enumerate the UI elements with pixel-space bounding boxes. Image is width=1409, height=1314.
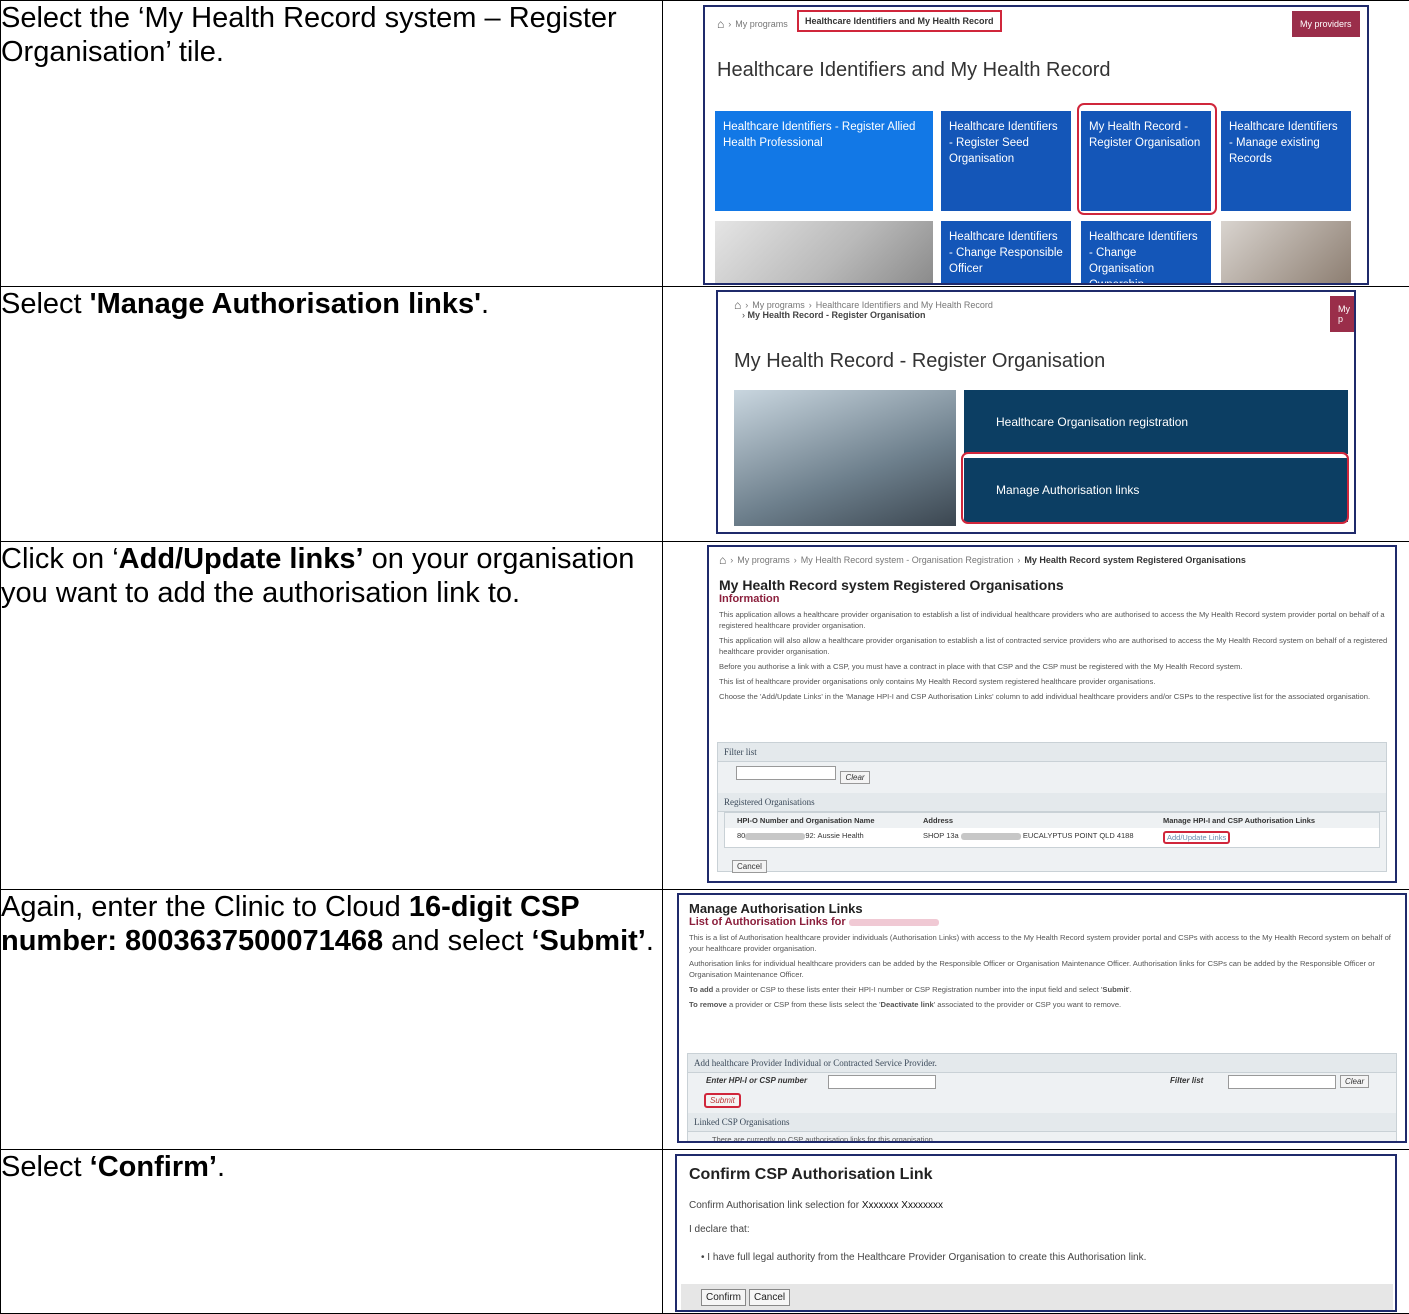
filter-heading: Filter list <box>718 743 1386 762</box>
tile-change-ownership[interactable]: Healthcare Identifiers - Change Organisa… <box>1081 221 1211 283</box>
declaration-bullet: • I have full legal authority from the H… <box>701 1252 1147 1263</box>
page-title: Manage Authorisation Links <box>689 901 863 916</box>
page-title: My Health Record - Register Organisation <box>734 350 1106 372</box>
confirm-button[interactable]: Confirm <box>701 1289 747 1306</box>
form-panel: Add healthcare Provider Individual or Co… <box>687 1053 1397 1143</box>
page-title: My Health Record system Registered Organ… <box>719 577 1064 593</box>
highlight-box <box>1077 103 1217 215</box>
info-paragraph: Before you authorise a link with a CSP, … <box>719 662 1243 671</box>
photo-nurse <box>715 221 933 283</box>
step-row-4: Again, enter the Clinic to Cloud 16-digi… <box>0 889 1409 1150</box>
filter-input[interactable] <box>1228 1075 1336 1089</box>
add-note: To add a provider or CSP to these lists … <box>689 985 1132 994</box>
info-paragraph: Authorisation links for individual healt… <box>689 959 1375 979</box>
home-icon[interactable]: ⌂ <box>717 17 724 31</box>
tile-register-seed[interactable]: Healthcare Identifiers - Register Seed O… <box>941 111 1071 211</box>
cancel-button[interactable]: Cancel <box>749 1289 791 1306</box>
breadcrumb-my-programs[interactable]: My programs <box>735 19 788 29</box>
add-update-links[interactable]: Add/Update Links <box>1163 831 1231 844</box>
tile-manage-existing[interactable]: Healthcare Identifiers - Manage existing… <box>1221 111 1351 211</box>
filter-input[interactable] <box>736 766 836 780</box>
info-paragraph: Choose the 'Add/Update Links' in the 'Ma… <box>719 692 1371 701</box>
organisations-table: HPI-O Number and Organisation Name Addre… <box>724 812 1380 848</box>
step-row-3: Click on ‘Add/Update links’ on your orga… <box>0 541 1409 890</box>
table-row: 80 92: Aussie Health SHOP 13a EUCALYPTUS … <box>725 828 1379 847</box>
photo-hospital <box>734 390 956 526</box>
step-row-2: Select 'Manage Authorisation links'. ⌂ › … <box>0 286 1409 542</box>
screenshot-frame: ⌂ › My programs Healthcare Identifiers a… <box>703 5 1369 285</box>
info-paragraph: This application will also allow a healt… <box>719 636 1388 656</box>
cancel-button[interactable]: Cancel <box>732 860 767 873</box>
enter-number-label: Enter HPI-I or CSP number <box>706 1076 808 1085</box>
form-panel: Filter list Clear Registered Organisatio… <box>717 742 1387 873</box>
breadcrumb: ⌂ › My programs › My Health Record system … <box>719 553 1246 567</box>
step-5-instruction: Select ‘Confirm’. <box>0 1149 663 1314</box>
selection-text: Confirm Authorisation link selection for… <box>689 1200 943 1211</box>
step-1-screenshot: ⌂ › My programs Healthcare Identifiers a… <box>662 0 1409 287</box>
content: Manage Authorisation Links List of Autho… <box>689 901 1399 1010</box>
page-title: Healthcare Identifiers and My Health Rec… <box>717 59 1111 81</box>
info-paragraph: This is a list of Authorisation healthca… <box>689 933 1391 953</box>
instruction-table: Select the ‘My Health Record system – Re… <box>0 0 1409 1314</box>
step-1-text: Select the ‘My Health Record system – Re… <box>1 2 617 68</box>
breadcrumb-current: Healthcare Identifiers and My Health Rec… <box>797 10 1002 32</box>
table-header: HPI-O Number and Organisation Name Addre… <box>725 813 1379 828</box>
breadcrumb: ⌂ › My programs <box>717 17 788 31</box>
screenshot-frame: ⌂ › My programs › My Health Record system … <box>707 545 1397 883</box>
step-row-1: Select the ‘My Health Record system – Re… <box>0 0 1409 287</box>
home-icon[interactable]: ⌂ <box>734 298 741 312</box>
info-paragraph: This application allows a healthcare pro… <box>719 610 1385 630</box>
registered-heading: Registered Organisations <box>718 793 1386 812</box>
step-2-screenshot: ⌂ › My programs › Healthcare Identifiers a… <box>662 286 1409 542</box>
linked-empty-text: There are currently no CSP authorisation… <box>712 1135 935 1143</box>
my-providers-button[interactable]: My providers <box>1292 11 1360 37</box>
option-healthcare-org-registration[interactable]: Healthcare Organisation registration <box>964 390 1348 454</box>
page-title: Confirm CSP Authorisation Link <box>689 1166 933 1183</box>
step-3-screenshot: ⌂ › My programs › My Health Record system … <box>662 541 1409 890</box>
step-5-screenshot: Confirm CSP Authorisation Link Confirm A… <box>662 1149 1409 1314</box>
step-row-5: Select ‘Confirm’. Confirm CSP Authorisat… <box>0 1149 1409 1314</box>
step-4-instruction: Again, enter the Clinic to Cloud 16-digi… <box>0 889 663 1150</box>
highlight-box <box>961 452 1349 524</box>
declare-text: I declare that: <box>689 1224 750 1235</box>
breadcrumb-current: › My Health Record - Register Organisati… <box>742 310 926 320</box>
clear-button[interactable]: Clear <box>1340 1075 1370 1088</box>
step-3-instruction: Click on ‘Add/Update links’ on your orga… <box>0 541 663 890</box>
home-icon[interactable]: ⌂ <box>719 553 726 567</box>
csp-number-input[interactable] <box>828 1075 936 1089</box>
info-paragraph: This list of healthcare provider organis… <box>719 677 1156 686</box>
button-bar: Confirm Cancel <box>681 1284 1393 1310</box>
list-heading: List of Authorisation Links for <box>689 916 1399 928</box>
screenshot-frame: ⌂ › My programs › Healthcare Identifiers a… <box>716 290 1356 534</box>
clear-button[interactable]: Clear <box>840 771 870 784</box>
submit-button[interactable]: Submit <box>704 1093 741 1108</box>
step-2-instruction: Select 'Manage Authorisation links'. <box>0 286 663 542</box>
step-1-instruction: Select the ‘My Health Record system – Re… <box>0 0 663 287</box>
remove-note: To remove a provider or CSP from these l… <box>689 1000 1122 1009</box>
step-4-screenshot: Manage Authorisation Links List of Autho… <box>662 889 1409 1150</box>
my-providers-button[interactable]: My p <box>1330 296 1354 332</box>
info-heading: Information <box>719 593 780 605</box>
photo-patients <box>1221 221 1351 283</box>
screenshot-frame: Confirm CSP Authorisation Link Confirm A… <box>675 1154 1397 1312</box>
content: My Health Record system Registered Organ… <box>719 577 1389 702</box>
filter-label: Filter list <box>1170 1076 1204 1085</box>
screenshot-frame: Manage Authorisation Links List of Autho… <box>677 893 1407 1143</box>
tile-change-responsible-officer[interactable]: Healthcare Identifiers - Change Responsi… <box>941 221 1071 283</box>
add-heading: Add healthcare Provider Individual or Co… <box>688 1054 1396 1073</box>
linked-heading: Linked CSP Organisations <box>688 1113 1396 1132</box>
tile-register-allied[interactable]: Healthcare Identifiers - Register Allied… <box>715 111 933 211</box>
